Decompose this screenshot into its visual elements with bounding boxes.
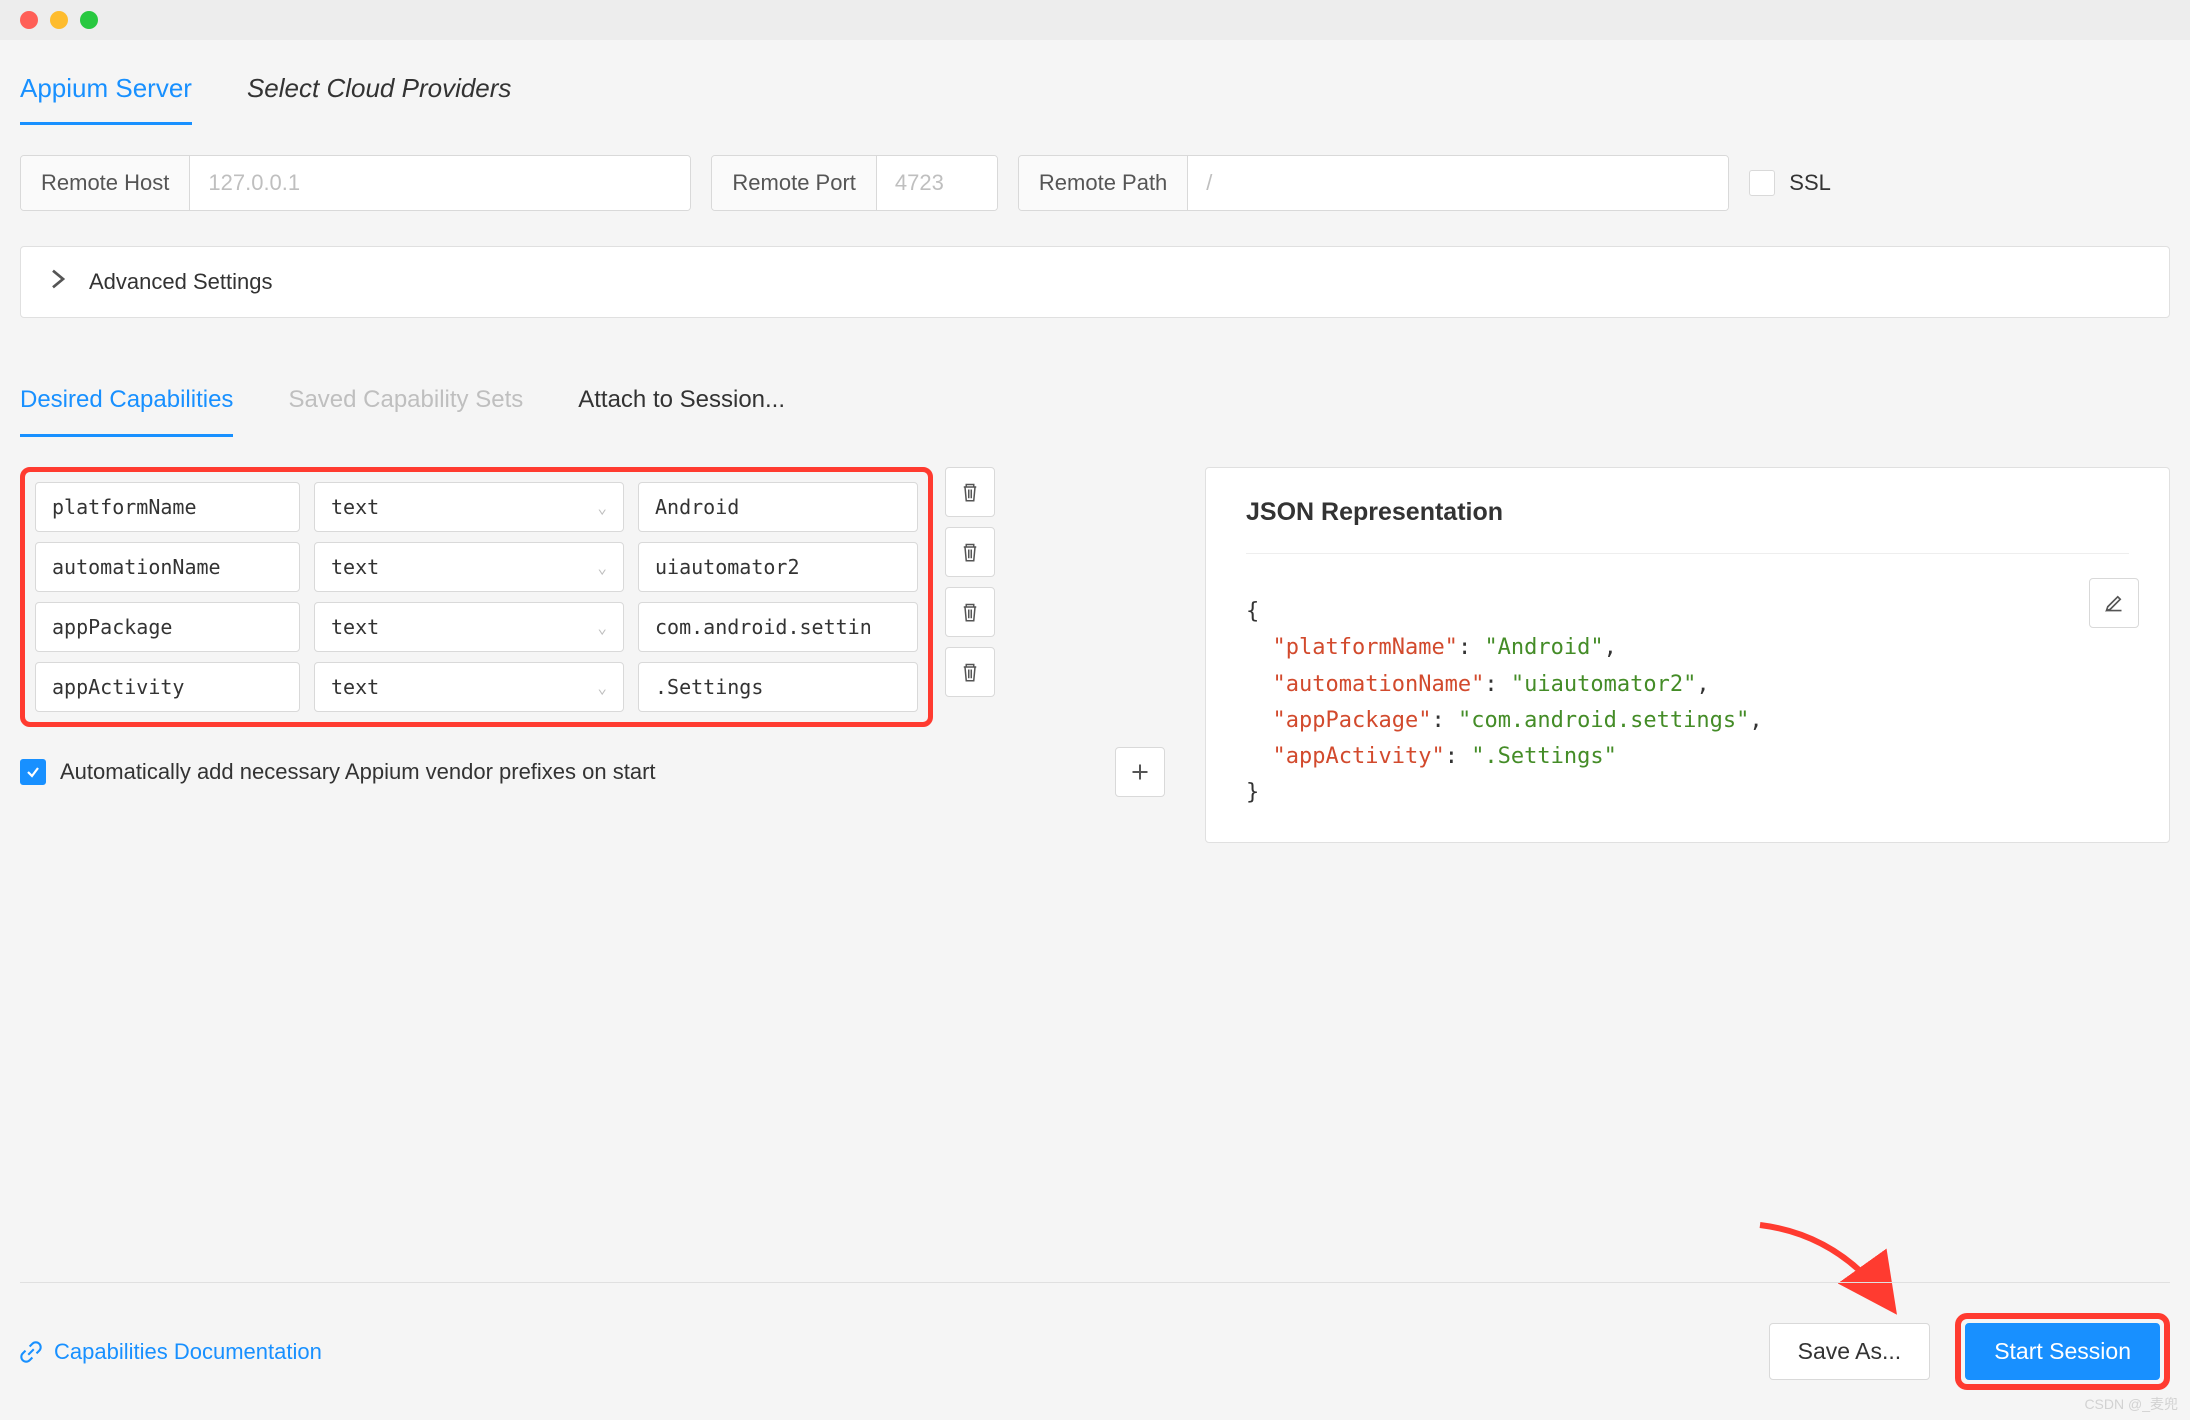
tab-desired-capabilities[interactable]: Desired Capabilities — [20, 378, 233, 437]
ssl-label: SSL — [1789, 170, 1831, 196]
plus-icon — [1130, 762, 1150, 782]
ssl-checkbox-group: SSL — [1749, 170, 1831, 196]
tab-attach-to-session[interactable]: Attach to Session... — [578, 378, 785, 437]
capability-type-select[interactable]: text⌄ — [314, 542, 624, 592]
chevron-down-icon: ⌄ — [597, 678, 607, 697]
server-tabbar: Appium Server Select Cloud Providers — [20, 50, 2170, 125]
add-capability-button[interactable] — [1115, 747, 1165, 797]
delete-capability-button[interactable] — [945, 647, 995, 697]
advanced-settings-toggle[interactable]: Advanced Settings — [20, 246, 2170, 318]
content-area: Appium Server Select Cloud Providers Rem… — [0, 40, 2190, 843]
capability-row: appActivity text⌄ .Settings — [35, 662, 918, 712]
json-body: { "platformName": "Android", "automation… — [1246, 594, 2129, 812]
chevron-down-icon: ⌄ — [597, 618, 607, 637]
capability-type-select[interactable]: text⌄ — [314, 602, 624, 652]
capability-name-input[interactable]: appActivity — [35, 662, 300, 712]
capability-name-input[interactable]: automationName — [35, 542, 300, 592]
capability-value-input[interactable]: .Settings — [638, 662, 918, 712]
remote-port-field: Remote Port — [711, 155, 998, 211]
auto-prefix-label: Automatically add necessary Appium vendo… — [60, 759, 656, 785]
tab-select-cloud-providers[interactable]: Select Cloud Providers — [247, 65, 511, 125]
start-session-highlight: Start Session — [1955, 1313, 2170, 1390]
main-area: platformName text⌄ Android automationName te… — [20, 467, 2170, 843]
capability-name-input[interactable]: platformName — [35, 482, 300, 532]
capability-row-actions — [945, 467, 995, 727]
link-icon — [20, 1341, 42, 1363]
capability-tabbar: Desired Capabilities Saved Capability Se… — [20, 378, 2170, 437]
auto-prefix-checkbox[interactable] — [20, 759, 46, 785]
trash-icon — [960, 662, 980, 682]
remote-host-field: Remote Host — [20, 155, 691, 211]
capability-row: automationName text⌄ uiautomator2 — [35, 542, 918, 592]
advanced-settings-label: Advanced Settings — [89, 269, 272, 295]
capability-type-select[interactable]: text⌄ — [314, 482, 624, 532]
remote-path-input[interactable] — [1188, 156, 1728, 210]
remote-port-input[interactable] — [877, 156, 997, 210]
tab-saved-capability-sets[interactable]: Saved Capability Sets — [288, 378, 523, 437]
remote-port-label: Remote Port — [712, 156, 877, 210]
connection-row: Remote Host Remote Port Remote Path SSL — [20, 155, 2170, 211]
chevron-right-icon — [51, 269, 65, 295]
json-representation-panel: JSON Representation { "platformName": "A… — [1205, 467, 2170, 843]
tab-appium-server[interactable]: Appium Server — [20, 65, 192, 125]
capability-type-select[interactable]: text⌄ — [314, 662, 624, 712]
footer: Capabilities Documentation Save As... St… — [20, 1282, 2170, 1390]
watermark: CSDN @_麦兜 — [2084, 1394, 2178, 1414]
delete-capability-button[interactable] — [945, 527, 995, 577]
trash-icon — [960, 482, 980, 502]
edit-json-button[interactable] — [2089, 578, 2139, 628]
remote-host-input[interactable] — [190, 156, 690, 210]
window-titlebar — [0, 0, 2190, 40]
trash-icon — [960, 542, 980, 562]
json-title: JSON Representation — [1246, 498, 2129, 554]
pencil-icon — [2104, 593, 2124, 613]
capability-name-input[interactable]: appPackage — [35, 602, 300, 652]
delete-capability-button[interactable] — [945, 467, 995, 517]
remote-path-label: Remote Path — [1019, 156, 1188, 210]
remote-host-label: Remote Host — [21, 156, 190, 210]
capability-value-input[interactable]: uiautomator2 — [638, 542, 918, 592]
app-window: Appium Server Select Cloud Providers Rem… — [0, 0, 2190, 1420]
chevron-down-icon: ⌄ — [597, 498, 607, 517]
capabilities-column: platformName text⌄ Android automationName te… — [20, 467, 1165, 843]
capabilities-doc-link[interactable]: Capabilities Documentation — [20, 1339, 322, 1365]
capability-value-input[interactable]: Android — [638, 482, 918, 532]
capability-row: appPackage text⌄ com.android.settin — [35, 602, 918, 652]
capability-grid: platformName text⌄ Android automationName te… — [20, 467, 933, 727]
capability-value-input[interactable]: com.android.settin — [638, 602, 918, 652]
auto-prefix-row: Automatically add necessary Appium vendo… — [20, 747, 1165, 797]
delete-capability-button[interactable] — [945, 587, 995, 637]
minimize-window-button[interactable] — [50, 11, 68, 29]
doc-link-label: Capabilities Documentation — [54, 1339, 322, 1365]
start-session-button[interactable]: Start Session — [1965, 1323, 2160, 1380]
capability-row: platformName text⌄ Android — [35, 482, 918, 532]
chevron-down-icon: ⌄ — [597, 558, 607, 577]
trash-icon — [960, 602, 980, 622]
remote-path-field: Remote Path — [1018, 155, 1729, 211]
footer-actions: Save As... Start Session — [1769, 1313, 2170, 1390]
close-window-button[interactable] — [20, 11, 38, 29]
maximize-window-button[interactable] — [80, 11, 98, 29]
save-as-button[interactable]: Save As... — [1769, 1323, 1931, 1380]
ssl-checkbox[interactable] — [1749, 170, 1775, 196]
